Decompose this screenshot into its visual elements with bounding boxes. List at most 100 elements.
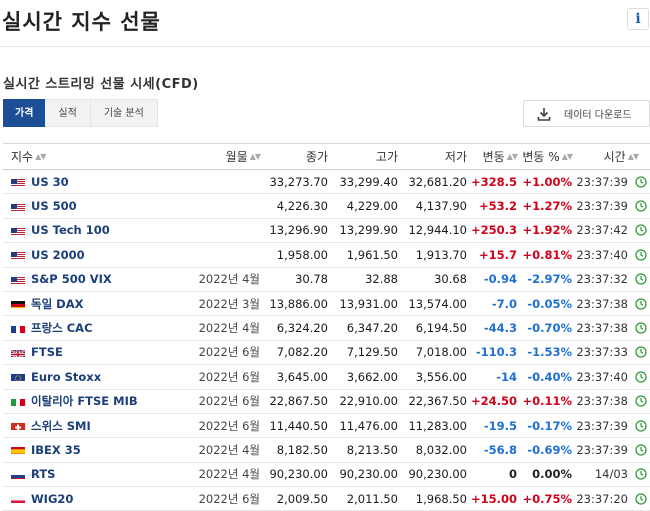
header-change-pct[interactable]: 변동 % ▲▼ — [522, 144, 573, 169]
flag-icon — [11, 494, 25, 504]
header-name[interactable]: 지수 ▲▼ — [11, 144, 46, 169]
index-name-link[interactable]: IBEX 35 — [31, 443, 81, 457]
update-time: 23:37:33 — [576, 345, 628, 360]
high-price: 90,230.00 — [339, 467, 398, 482]
header-low[interactable]: 저가 — [445, 144, 467, 169]
low-price: 3,556.00 — [415, 369, 467, 384]
high-price: 22,910.00 — [339, 394, 398, 409]
index-name-link[interactable]: 독일 DAX — [31, 296, 83, 312]
index-name-link[interactable]: 프랑스 CAC — [31, 320, 93, 336]
change-percent: +1.00% — [522, 174, 572, 189]
index-name-link[interactable]: RTS — [31, 467, 55, 481]
index-name-link[interactable]: US 500 — [31, 199, 77, 213]
change-value: +15.7 — [478, 247, 517, 262]
flag-icon — [11, 445, 25, 455]
change-value: +53.2 — [478, 199, 517, 214]
change-value: -44.3 — [483, 321, 517, 336]
last-price: 3,645.00 — [276, 369, 328, 384]
clock-icon — [635, 316, 647, 339]
row-name[interactable]: 이탈리아 FTSE MIB — [11, 390, 138, 413]
contract-month: 2022년 6월 — [198, 345, 260, 360]
row-name[interactable]: US Tech 100 — [11, 219, 110, 242]
row-name[interactable]: RTS — [11, 463, 55, 486]
row-name[interactable]: US 500 — [11, 194, 77, 217]
update-time: 23:37:32 — [576, 272, 628, 287]
contract-month: 2022년 6월 — [198, 418, 260, 433]
download-icon — [536, 106, 552, 122]
clock-icon — [635, 341, 647, 364]
title-divider — [0, 46, 650, 47]
index-name-link[interactable]: FTSE — [31, 345, 63, 359]
tab-performance[interactable]: 실적 — [45, 99, 91, 127]
update-time: 23:37:39 — [576, 418, 628, 433]
clock-icon — [635, 219, 647, 242]
change-value: +15.00 — [470, 491, 517, 506]
download-label: 데이터 다운로드 — [564, 110, 632, 121]
change-percent: +1.27% — [522, 199, 572, 214]
row-name[interactable]: 독일 DAX — [11, 292, 83, 315]
change-value: -19.5 — [483, 418, 517, 433]
index-name-link[interactable]: S&P 500 VIX — [31, 272, 112, 286]
high-price: 1,961.50 — [346, 247, 398, 262]
table-row: 이탈리아 FTSE MIB 2022년 6월 22,867.50 22,910.00 2… — [3, 390, 650, 414]
flag-icon — [11, 397, 25, 406]
index-name-link[interactable]: US Tech 100 — [31, 223, 110, 237]
row-name[interactable]: 스위스 SMI — [11, 414, 91, 437]
change-percent: -1.53% — [527, 345, 572, 360]
last-price: 30.78 — [295, 272, 328, 287]
header-time[interactable]: 시간 ▲▼ — [604, 144, 639, 169]
row-name[interactable]: WIG20 — [11, 487, 73, 510]
clock-icon — [635, 365, 647, 388]
change-percent: -0.70% — [527, 321, 572, 336]
tab-technical-analysis[interactable]: 기술 분석 — [90, 99, 158, 127]
row-name[interactable]: US 2000 — [11, 243, 85, 266]
flag-icon — [11, 250, 25, 260]
update-time: 23:37:20 — [576, 491, 628, 506]
last-price: 7,082.20 — [276, 345, 328, 360]
update-time: 23:37:40 — [576, 247, 628, 262]
sort-icon: ▲▼ — [249, 152, 261, 161]
flag-icon — [11, 202, 25, 211]
index-name-link[interactable]: Euro Stoxx — [31, 370, 101, 384]
table-header: 지수 ▲▼ 월물 ▲▼ 종가 고가 저가 변동 ▲▼ 변동 % ▲▼ 시간 ▲▼ — [3, 144, 650, 170]
index-name-link[interactable]: US 2000 — [31, 248, 85, 262]
clock-icon — [635, 268, 647, 291]
header-high[interactable]: 고가 — [376, 144, 398, 169]
low-price: 22,367.50 — [408, 394, 467, 409]
row-name[interactable]: Euro Stoxx — [11, 365, 101, 388]
last-price: 4,226.30 — [276, 199, 328, 214]
table-row: IBEX 35 2022년 4월 8,182.50 8,213.50 8,032.00 -… — [3, 438, 650, 463]
download-data-button[interactable]: 데이터 다운로드 — [523, 100, 650, 127]
clock-icon — [635, 487, 647, 510]
change-value: -7.0 — [491, 296, 517, 311]
table-row: WIG20 2022년 6월 2,009.50 2,011.50 1,968.50 +15… — [3, 487, 650, 511]
high-price: 13,299.90 — [339, 223, 398, 238]
change-value: +328.5 — [470, 174, 517, 189]
header-change[interactable]: 변동 ▲▼ — [483, 144, 518, 169]
index-name-link[interactable]: US 30 — [31, 175, 69, 189]
header-month[interactable]: 월물 ▲▼ — [226, 144, 261, 169]
change-percent: -2.97% — [527, 272, 572, 287]
row-name[interactable]: 프랑스 CAC — [11, 316, 93, 339]
tab-price[interactable]: 가격 — [3, 99, 46, 127]
index-name-link[interactable]: 스위스 SMI — [31, 418, 91, 434]
change-percent: -0.40% — [527, 369, 572, 384]
flag-icon — [11, 421, 25, 431]
row-name[interactable]: FTSE — [11, 341, 63, 364]
header-last[interactable]: 종가 — [306, 144, 328, 169]
index-name-link[interactable]: 이탈리아 FTSE MIB — [31, 393, 138, 409]
table-row: RTS 2022년 4월 90,230.00 90,230.00 90,230.00 0 0… — [3, 463, 650, 488]
contract-month: 2022년 6월 — [198, 491, 260, 506]
futures-table: 지수 ▲▼ 월물 ▲▼ 종가 고가 저가 변동 ▲▼ 변동 % ▲▼ 시간 ▲▼ US 3… — [3, 143, 650, 511]
flag-icon — [11, 226, 25, 235]
low-price: 90,230.00 — [408, 467, 467, 482]
change-value: 0 — [508, 467, 517, 482]
row-name[interactable]: US 30 — [11, 170, 69, 193]
index-name-link[interactable]: WIG20 — [31, 492, 73, 506]
row-name[interactable]: IBEX 35 — [11, 438, 81, 461]
row-name[interactable]: S&P 500 VIX — [11, 268, 112, 291]
last-price: 1,958.00 — [276, 247, 328, 262]
info-icon[interactable]: i — [627, 8, 649, 30]
clock-icon — [635, 194, 647, 217]
sort-icon: ▲▼ — [561, 152, 573, 161]
